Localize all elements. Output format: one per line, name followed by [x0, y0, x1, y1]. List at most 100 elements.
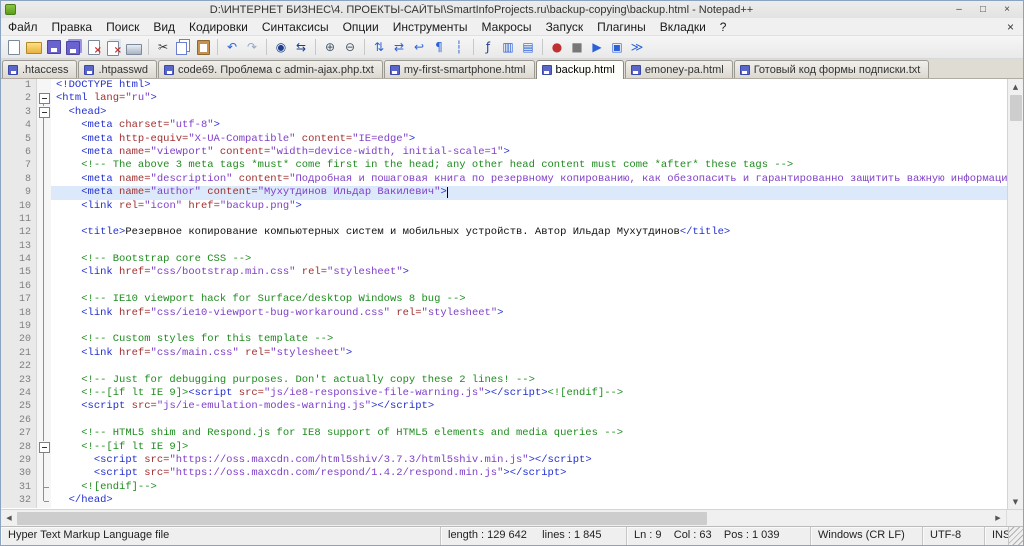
paste-icon[interactable] — [194, 38, 212, 56]
menu-item-7[interactable]: Опции — [336, 19, 386, 35]
horizontal-scrollbar[interactable]: ◀ ▶ — [1, 509, 1023, 526]
code-text[interactable]: <!-- Custom styles for this template --> — [51, 333, 1007, 346]
save-all-icon[interactable] — [65, 38, 83, 56]
vertical-scroll-thumb[interactable] — [1009, 95, 1022, 121]
code-text[interactable]: <title>Резервное копирование компьютерны… — [51, 226, 1007, 239]
resize-grip[interactable] — [1009, 527, 1023, 545]
code-text[interactable] — [51, 240, 1007, 253]
menu-item-6[interactable]: Синтаксисы — [255, 19, 336, 35]
code-text[interactable]: <meta name="description" content="Подроб… — [51, 173, 1007, 186]
code-text[interactable]: <!-- HTML5 shim and Respond.js for IE8 s… — [51, 427, 1007, 440]
play-macro-icon[interactable]: ▶ — [588, 38, 606, 56]
menu-item-8[interactable]: Инструменты — [386, 19, 475, 35]
menu-item-1[interactable]: Файл — [1, 19, 45, 35]
menubar-close-document-button[interactable]: × — [998, 20, 1023, 34]
code-text[interactable]: <![endif]--> — [51, 481, 1007, 494]
menu-item-10[interactable]: Запуск — [539, 19, 591, 35]
status-insert-mode[interactable]: INS — [985, 527, 1009, 545]
code-text[interactable]: <meta charset="utf-8"> — [51, 119, 1007, 132]
doc-switcher-icon[interactable]: ▤ — [519, 38, 537, 56]
tab-2[interactable]: .htpasswd — [78, 60, 157, 78]
sync-vertical-icon[interactable]: ⇅ — [370, 38, 388, 56]
zoom-out-icon[interactable]: ⊖ — [341, 38, 359, 56]
tab-1[interactable]: .htaccess — [2, 60, 78, 78]
function-list-icon[interactable]: ƒ — [479, 38, 497, 56]
record-macro-icon[interactable]: ● — [548, 38, 566, 56]
horizontal-scroll-thumb[interactable] — [17, 511, 707, 525]
code-text[interactable]: <meta http-equiv="X-UA-Compatible" conte… — [51, 133, 1007, 146]
run-macro-multiple-icon[interactable]: ≫ — [628, 38, 646, 56]
code-text[interactable]: <!DOCTYPE html> — [51, 79, 1007, 92]
document-map-icon[interactable]: ▥ — [499, 38, 517, 56]
code-text[interactable]: <!-- Bootstrap core CSS --> — [51, 253, 1007, 266]
code-text[interactable] — [51, 213, 1007, 226]
sync-horizontal-icon[interactable]: ⇄ — [390, 38, 408, 56]
code-text[interactable] — [51, 360, 1007, 373]
code-text[interactable] — [51, 280, 1007, 293]
tab-4[interactable]: my-first-smartphone.html — [383, 60, 535, 78]
code-text[interactable]: <script src="https://oss.maxcdn.com/html… — [51, 454, 1007, 467]
zoom-in-icon[interactable]: ⊕ — [321, 38, 339, 56]
minimize-button[interactable]: – — [947, 2, 971, 17]
code-text[interactable]: <script src="js/ie-emulation-modes-warni… — [51, 400, 1007, 413]
code-text[interactable]: <link href="css/main.css" rel="styleshee… — [51, 347, 1007, 360]
undo-icon[interactable]: ↶ — [223, 38, 241, 56]
code-text[interactable]: <!--[if lt IE 9]><script src="js/ie8-res… — [51, 387, 1007, 400]
code-text[interactable]: <meta name="author" content="Мухутдинов … — [51, 186, 1007, 200]
code-text[interactable]: <link href="css/bootstrap.min.css" rel="… — [51, 266, 1007, 279]
fold-marker[interactable] — [37, 105, 51, 120]
status-eol-format[interactable]: Windows (CR LF) — [811, 527, 923, 545]
tab-5[interactable]: backup.html — [535, 60, 624, 79]
menu-item-2[interactable]: Правка — [45, 19, 100, 35]
status-encoding[interactable]: UTF-8 — [923, 527, 985, 545]
show-all-chars-icon[interactable]: ¶ — [430, 38, 448, 56]
menu-item-11[interactable]: Плагины — [590, 19, 653, 35]
scroll-right-arrow-icon[interactable]: ▶ — [990, 510, 1006, 526]
tab-3[interactable]: code69. Проблема с admin-ajax.php.txt — [158, 60, 383, 78]
redo-icon[interactable]: ↷ — [243, 38, 261, 56]
code-text[interactable] — [51, 320, 1007, 333]
open-file-icon[interactable] — [25, 38, 43, 56]
menu-item-3[interactable]: Поиск — [99, 19, 146, 35]
stop-macro-icon[interactable]: ■ — [568, 38, 586, 56]
fold-marker[interactable] — [37, 440, 51, 454]
menu-item-9[interactable]: Макросы — [475, 19, 539, 35]
copy-icon[interactable] — [174, 38, 192, 56]
code-text[interactable]: <!-- Just for debugging purposes. Don't … — [51, 374, 1007, 387]
tab-6[interactable]: emoney-pa.html — [624, 60, 733, 78]
code-text[interactable]: <script src="https://oss.maxcdn.com/resp… — [51, 467, 1007, 480]
code-text[interactable]: <meta name="viewport" content="width=dev… — [51, 146, 1007, 159]
find-icon[interactable]: ◉ — [272, 38, 290, 56]
title-bar[interactable]: D:\ИНТЕРНЕТ БИЗНЕС\4. ПРОЕКТЫ-САЙТЫ\Smar… — [1, 1, 1023, 18]
fold-marker[interactable] — [37, 92, 51, 106]
word-wrap-icon[interactable]: ↩ — [410, 38, 428, 56]
replace-icon[interactable]: ⇆ — [292, 38, 310, 56]
menu-item-4[interactable]: Вид — [146, 19, 182, 35]
maximize-button[interactable]: □ — [971, 2, 995, 17]
code-text[interactable]: <!-- The above 3 meta tags *must* come f… — [51, 159, 1007, 172]
indent-guide-icon[interactable]: ┆ — [450, 38, 468, 56]
menu-item-13[interactable]: ? — [713, 19, 734, 35]
print-icon[interactable] — [125, 38, 143, 56]
code-text[interactable]: <!--[if lt IE 9]> — [51, 441, 1007, 454]
code-text[interactable]: <link href="css/ie10-viewport-bug-workar… — [51, 307, 1007, 320]
scroll-down-arrow-icon[interactable]: ▼ — [1008, 494, 1023, 509]
menu-item-5[interactable]: Кодировки — [182, 19, 255, 35]
cut-icon[interactable]: ✂ — [154, 38, 172, 56]
code-text[interactable]: <head> — [51, 106, 1007, 119]
save-icon[interactable] — [45, 38, 63, 56]
code-text[interactable]: <html lang="ru"> — [51, 92, 1007, 105]
menu-item-12[interactable]: Вкладки — [653, 19, 713, 35]
code-text[interactable]: </head> — [51, 494, 1007, 507]
close-button[interactable]: × — [995, 2, 1019, 17]
new-file-icon[interactable] — [5, 38, 23, 56]
code-text[interactable]: <!-- IE10 viewport hack for Surface/desk… — [51, 293, 1007, 306]
tab-7[interactable]: Готовый код формы подписки.txt — [733, 60, 930, 78]
save-macro-icon[interactable]: ▣ — [608, 38, 626, 56]
code-text[interactable] — [51, 414, 1007, 427]
scroll-up-arrow-icon[interactable]: ▲ — [1008, 79, 1023, 94]
close-all-icon[interactable] — [105, 38, 123, 56]
code-text[interactable]: <link rel="icon" href="backup.png"> — [51, 200, 1007, 213]
close-file-icon[interactable] — [85, 38, 103, 56]
scroll-left-arrow-icon[interactable]: ◀ — [1, 510, 17, 526]
